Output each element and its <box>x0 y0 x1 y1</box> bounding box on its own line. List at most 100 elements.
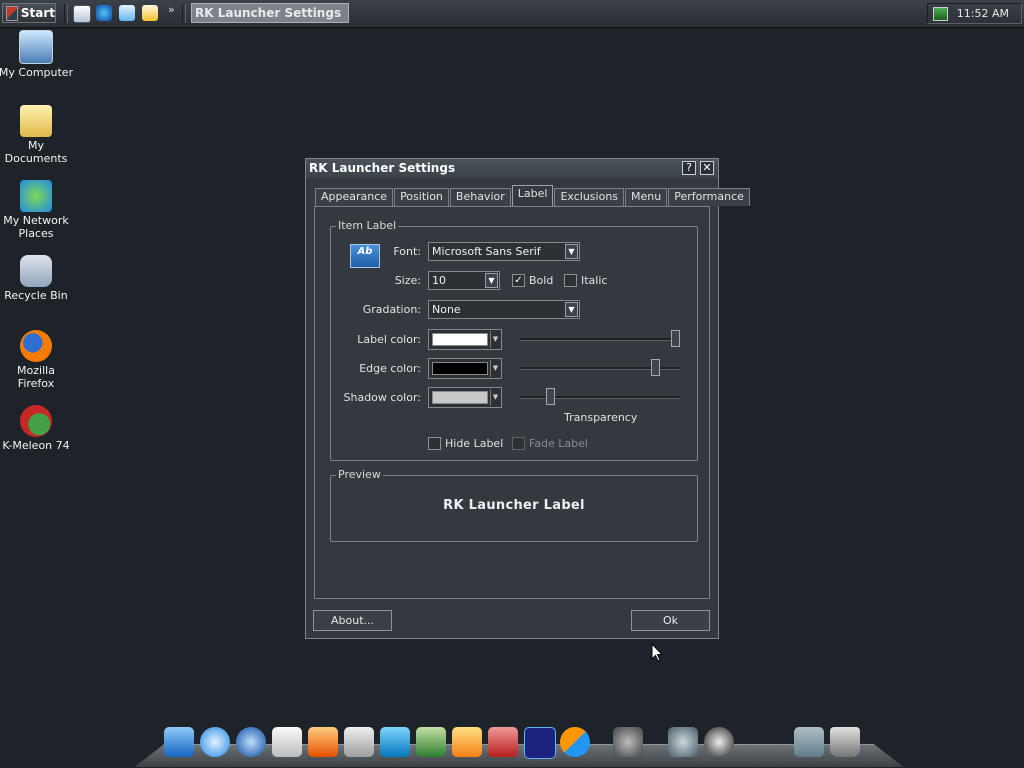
chevron-down-icon[interactable]: ▼ <box>565 244 578 259</box>
outlook-express-icon[interactable] <box>119 5 135 21</box>
desktop-icon-label: My Network Places <box>3 214 69 240</box>
settings-icon[interactable] <box>668 727 698 757</box>
taskbar-separator <box>64 4 68 23</box>
my-network-places-icon <box>20 180 52 212</box>
my-documents-icon <box>20 105 52 137</box>
desktop-icon-mozilla-firefox[interactable]: Mozilla Firefox <box>0 330 74 390</box>
applications-icon[interactable] <box>308 727 338 757</box>
tab-label[interactable]: Label <box>511 185 554 206</box>
stack-icon[interactable] <box>794 727 824 757</box>
about-button[interactable]: About... <box>313 610 392 631</box>
desktop-icon-label: Mozilla Firefox <box>17 364 55 390</box>
desktop-icon-label: K-Meleon 74 <box>2 439 70 452</box>
fade-label-text: Fade Label <box>529 437 588 450</box>
safari-icon[interactable] <box>200 727 230 757</box>
tab-behavior[interactable]: Behavior <box>449 188 511 206</box>
desktop-icon-k-meleon[interactable]: K-Meleon 74 <box>0 405 74 452</box>
label-tab-panel: Item Label Ab Font: Microsoft Sans Serif… <box>314 206 710 599</box>
ok-button[interactable]: Ok <box>631 610 710 631</box>
shadow-color-slider-thumb[interactable] <box>545 388 555 405</box>
italic-label: Italic <box>581 274 608 287</box>
network-tray-icon[interactable] <box>933 6 948 21</box>
chevron-down-icon[interactable]: ▼ <box>490 360 500 377</box>
label-color-swatch <box>432 333 488 346</box>
mouse-cursor-icon <box>651 643 663 662</box>
show-desktop-icon[interactable] <box>73 5 91 23</box>
fade-label-checkbox <box>512 437 525 450</box>
task-button-rk-launcher-settings[interactable]: RK Launcher Settings <box>191 3 349 23</box>
bold-checkbox[interactable]: ✓ <box>512 274 525 287</box>
desktop-icon-label: Recycle Bin <box>4 289 68 302</box>
label-color-picker[interactable]: ▼ <box>428 329 502 350</box>
finder-icon[interactable] <box>164 727 194 757</box>
tab-performance[interactable]: Performance <box>668 188 750 206</box>
chevron-down-icon[interactable]: ▼ <box>490 389 500 406</box>
taskbar-separator <box>182 4 186 23</box>
desktop-icon-my-documents[interactable]: My Documents <box>0 105 74 165</box>
chevron-down-icon[interactable]: ▼ <box>565 302 578 317</box>
tab-position[interactable]: Position <box>394 188 449 206</box>
recycle-bin-icon <box>20 255 52 287</box>
desktop-icon-label: My Computer <box>0 66 74 79</box>
desktop-icon-recycle-bin[interactable]: Recycle Bin <box>0 255 74 302</box>
chevron-down-icon[interactable]: ▼ <box>485 273 498 288</box>
hide-label-text: Hide Label <box>445 437 504 450</box>
quick-launch-more-button[interactable]: » <box>168 3 175 16</box>
system-preferences-icon[interactable] <box>613 727 643 757</box>
search-icon[interactable] <box>142 5 158 21</box>
edge-color-slider-thumb[interactable] <box>651 359 661 376</box>
shadow-color-swatch <box>432 391 488 404</box>
edge-color-picker[interactable]: ▼ <box>428 358 502 379</box>
dialog-titlebar[interactable]: RK Launcher Settings ? ✕ <box>306 159 718 178</box>
desktop-icon-my-computer[interactable]: My Computer <box>0 30 74 79</box>
start-button[interactable]: Start <box>2 3 56 23</box>
mozilla-firefox-icon <box>20 330 52 362</box>
hide-label-checkbox[interactable] <box>428 437 441 450</box>
excel-icon[interactable] <box>416 727 446 757</box>
internet-explorer-icon[interactable] <box>96 5 112 21</box>
shutdown-icon[interactable] <box>704 727 734 757</box>
powerpoint-icon[interactable] <box>452 727 482 757</box>
windows-logo-icon <box>6 5 18 21</box>
notes-icon[interactable] <box>272 727 302 757</box>
label-color-slider-track[interactable] <box>520 338 680 341</box>
desktop-icon-my-network-places[interactable]: My Network Places <box>0 180 74 240</box>
transparency-label: Transparency <box>564 411 638 424</box>
tab-exclusions[interactable]: Exclusions <box>554 188 625 206</box>
dialog-title: RK Launcher Settings <box>309 161 456 175</box>
size-label: Size: <box>394 274 421 287</box>
tab-menu[interactable]: Menu <box>625 188 668 206</box>
word-icon[interactable] <box>380 727 410 757</box>
size-combo[interactable]: 10 ▼ <box>428 271 500 290</box>
chevron-down-icon[interactable]: ▼ <box>490 331 500 348</box>
tab-strip: Appearance Position Behavior Label Exclu… <box>315 185 751 206</box>
shadow-color-picker[interactable]: ▼ <box>428 387 502 408</box>
taskbar: Start » RK Launcher Settings 11:52 AM <box>0 0 1024 28</box>
system-tray: 11:52 AM <box>927 3 1022 24</box>
k-meleon-icon <box>20 405 52 437</box>
shadow-color-slider-track[interactable] <box>520 396 680 399</box>
photoshop-icon[interactable] <box>524 727 556 759</box>
font-combo[interactable]: Microsoft Sans Serif ▼ <box>428 242 580 261</box>
shadow-color-label: Shadow color: <box>343 391 422 404</box>
access-icon[interactable] <box>488 727 518 757</box>
italic-checkbox[interactable] <box>564 274 577 287</box>
label-color-slider-thumb[interactable] <box>671 330 680 347</box>
rk-launcher-settings-dialog: RK Launcher Settings ? ✕ Appearance Posi… <box>305 158 750 639</box>
calculator-icon[interactable] <box>344 727 374 757</box>
messenger-icon[interactable] <box>560 727 590 757</box>
preview-label-text: RK Launcher Label <box>443 498 585 513</box>
close-button[interactable]: ✕ <box>700 161 714 175</box>
help-button[interactable]: ? <box>682 161 696 175</box>
quicktime-icon[interactable] <box>236 727 266 757</box>
my-computer-icon <box>19 30 53 64</box>
trash-icon[interactable] <box>830 727 860 757</box>
size-combo-value: 10 <box>432 274 446 287</box>
clock[interactable]: 11:52 AM <box>957 7 1009 20</box>
edge-color-swatch <box>432 362 488 375</box>
tab-appearance[interactable]: Appearance <box>315 188 394 206</box>
dock <box>134 727 904 768</box>
bold-label: Bold <box>529 274 554 287</box>
preview-group: Preview RK Launcher Label <box>330 468 698 542</box>
gradation-combo[interactable]: None ▼ <box>428 300 580 319</box>
